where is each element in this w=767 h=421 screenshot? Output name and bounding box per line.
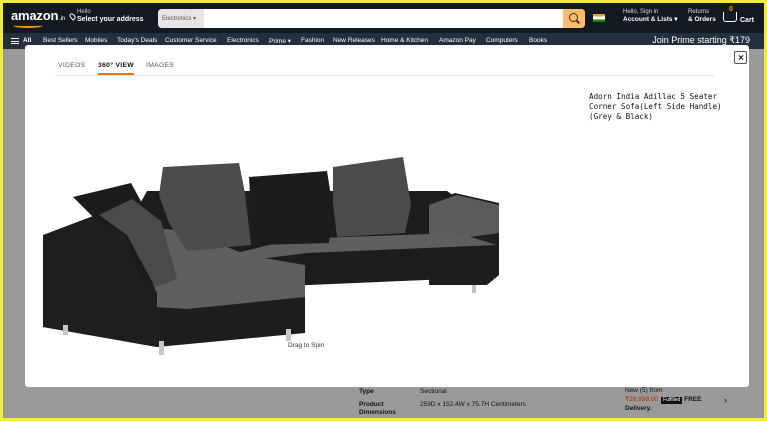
- close-button[interactable]: [734, 51, 747, 64]
- buy-box: New (5) from ₹26,999.00 Fulfilled FREE De…: [625, 387, 701, 413]
- spin-hint: Drag to Spin: [288, 342, 325, 349]
- 360-product-viewer[interactable]: [37, 115, 517, 355]
- account-label: Account & Lists ▾: [623, 16, 678, 24]
- returns-label: Returns: [688, 9, 710, 15]
- nav-item[interactable]: Today's Deals: [117, 37, 157, 44]
- cart-label[interactable]: Cart: [740, 17, 754, 24]
- media-viewer-modal: VIDEOS 360° VIEW IMAGES Adorn India Adil…: [25, 45, 749, 387]
- location-pin-icon: [68, 12, 77, 21]
- hamburger-menu-icon[interactable]: [11, 38, 19, 44]
- nav-item[interactable]: Home & Kitchen: [381, 37, 428, 44]
- spec-value: 259D x 152.4W x 75.7H Centimeters: [420, 401, 526, 408]
- tab-images[interactable]: IMAGES: [146, 62, 174, 69]
- chevron-right-icon[interactable]: ›: [724, 395, 727, 405]
- tab-360-view[interactable]: 360° VIEW: [98, 62, 135, 75]
- nav-item[interactable]: Computers: [486, 37, 518, 44]
- search-button[interactable]: [563, 9, 585, 28]
- offer-price: ₹26,999.00: [625, 395, 659, 403]
- sofa-pillow: [333, 157, 411, 237]
- search-category-dropdown[interactable]: Electronics ▾: [158, 9, 204, 28]
- returns-orders[interactable]: Returns & Orders: [688, 9, 716, 24]
- cart-count: 0: [729, 6, 733, 13]
- india-flag-icon[interactable]: [593, 14, 605, 22]
- nav-item[interactable]: Fashion: [301, 37, 324, 44]
- account-greeting: Hello, Sign in: [623, 9, 659, 15]
- nav-item[interactable]: Best Sellers: [43, 37, 78, 44]
- tab-videos[interactable]: VIDEOS: [58, 62, 85, 69]
- spec-value: Sectional: [420, 388, 447, 395]
- nav-item[interactable]: Mobiles: [85, 37, 107, 44]
- search-bar[interactable]: Electronics ▾: [158, 9, 585, 28]
- address-action: Select your address: [77, 16, 144, 24]
- smile-icon: [13, 23, 43, 28]
- sofa-pillow: [249, 171, 333, 245]
- sofa-leg: [159, 341, 164, 355]
- address-greeting: Hello: [77, 9, 91, 15]
- cart-icon[interactable]: [723, 12, 737, 22]
- free-label: FREE: [684, 395, 702, 403]
- address-selector[interactable]: Hello Select your address: [77, 9, 144, 25]
- nav-item[interactable]: Electronics: [227, 37, 259, 44]
- nav-item[interactable]: Amazon Pay: [439, 37, 476, 44]
- account-menu[interactable]: Hello, Sign in Account & Lists ▾: [623, 9, 678, 24]
- new-from-link[interactable]: New (5) from: [625, 387, 701, 396]
- top-navbar: amazon.in Hello Select your address Elec…: [3, 3, 764, 33]
- product-title: Adorn India Adillac 5 Seater Corner Sofa…: [589, 92, 722, 121]
- nav-item[interactable]: New Releases: [333, 37, 375, 44]
- browser-viewport: amazon.in Hello Select your address Elec…: [3, 3, 764, 418]
- tab-divider: [55, 75, 715, 76]
- fulfilled-badge: Fulfilled: [661, 396, 683, 404]
- sofa-leg: [286, 329, 291, 341]
- nav-item[interactable]: Prime ▾: [269, 37, 291, 45]
- sofa-leg: [63, 325, 68, 335]
- orders-label: & Orders: [688, 16, 716, 24]
- nav-item[interactable]: Books: [529, 37, 547, 44]
- delivery-label: Delivery.: [625, 404, 652, 412]
- spec-label: Type: [359, 388, 374, 395]
- spec-label: Product Dimensions: [359, 401, 396, 417]
- nav-item[interactable]: Customer Service: [165, 37, 217, 44]
- nav-all[interactable]: All: [23, 37, 31, 44]
- amazon-logo[interactable]: amazon.in: [11, 8, 65, 28]
